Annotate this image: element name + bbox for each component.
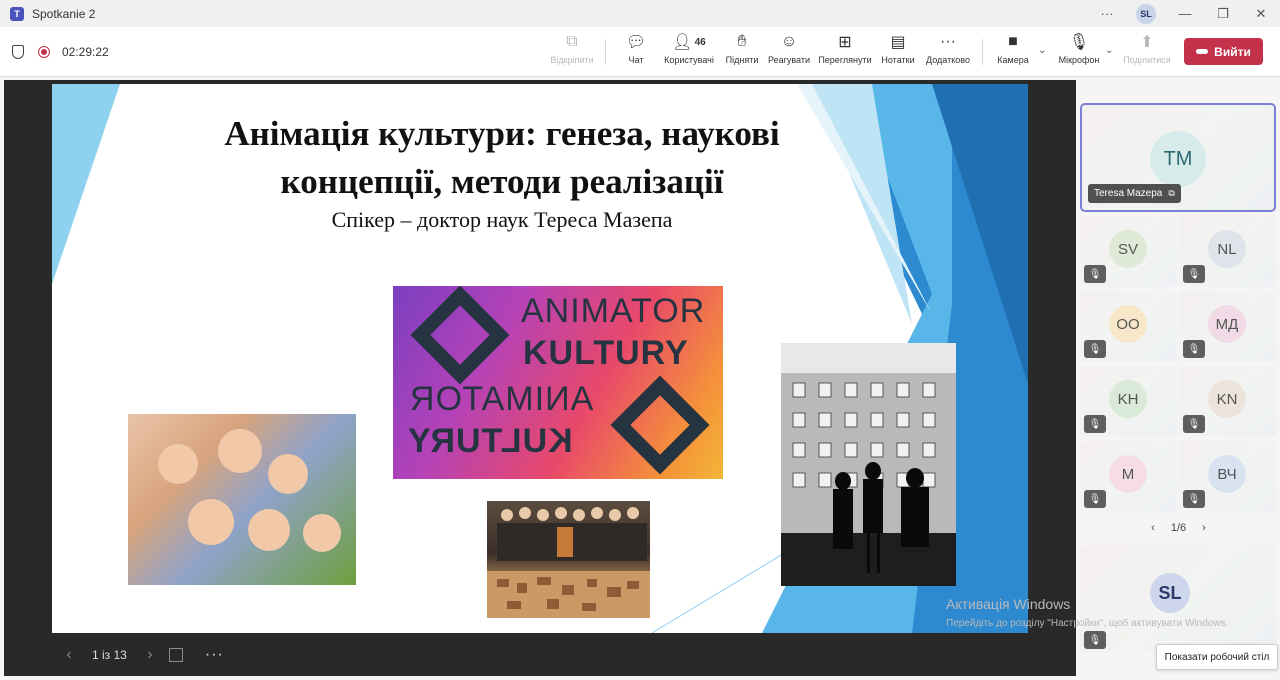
- chat-icon: 💬︎: [625, 34, 647, 51]
- avatar: М: [1109, 455, 1147, 493]
- mic-off-icon: 🎙︎: [1183, 265, 1205, 283]
- slide-grid-icon[interactable]: [168, 648, 183, 662]
- slide-title: Анімація культури: генеза, наукові конце…: [224, 114, 780, 201]
- photo-group-hands: [128, 414, 356, 585]
- shield-icon[interactable]: [12, 45, 24, 59]
- more-button[interactable]: ··· Додатково: [924, 31, 972, 73]
- avatar: SV: [1109, 230, 1147, 268]
- camera-off-icon: ■: [1008, 33, 1018, 50]
- photo-group-model: [487, 501, 650, 618]
- mic-off-icon: 🎙︎: [1068, 34, 1090, 51]
- participants-pager: ‹ 1/6 ›: [1080, 518, 1277, 538]
- teams-logo-icon: T: [10, 6, 24, 21]
- smiley-icon: ☺: [780, 33, 798, 50]
- ellipsis-icon: ···: [940, 33, 956, 50]
- mic-off-icon: 🎙︎: [1084, 340, 1106, 358]
- slide-counter: 1 із 13: [92, 648, 127, 662]
- mic-off-icon: 🎙︎: [1183, 490, 1205, 508]
- avatar: OO: [1109, 305, 1147, 343]
- avatar: TM: [1150, 131, 1206, 187]
- next-slide-chevron-icon[interactable]: ›: [141, 646, 159, 664]
- more-options-icon[interactable]: ···: [1088, 0, 1126, 27]
- presentation-slide[interactable]: Анімація культури: генеза, наукові конце…: [52, 84, 1028, 633]
- slide-navigation: ‹ 1 із 13 › ···: [60, 640, 360, 670]
- logo-arrow-icon: [610, 375, 710, 475]
- mic-off-icon: 🎙︎: [1084, 631, 1106, 649]
- prev-slide-chevron-icon[interactable]: ‹: [60, 646, 78, 664]
- avatar: KN: [1208, 380, 1246, 418]
- people-icon: 👤︎ 46: [672, 34, 706, 51]
- slide-subtitle: Спікер – доктор наук Тереса Мазепа: [331, 207, 673, 232]
- camera-button[interactable]: ■ Камера: [994, 31, 1032, 73]
- participant-tile[interactable]: KN 🎙︎: [1179, 366, 1276, 437]
- mic-off-icon: 🎙︎: [1084, 415, 1106, 433]
- show-desktop-tooltip: Показати робочий стіл: [1156, 644, 1278, 670]
- unpin-icon: ⧉: [566, 33, 578, 50]
- next-page-chevron-icon[interactable]: ›: [1202, 522, 1206, 534]
- prev-page-chevron-icon[interactable]: ‹: [1151, 522, 1155, 534]
- participant-tile[interactable]: МД 🎙︎: [1179, 291, 1276, 362]
- hand-icon: ✋︎: [737, 33, 747, 50]
- page-indicator: 1/6: [1170, 522, 1187, 534]
- avatar: ВЧ: [1208, 455, 1246, 493]
- participants-panel: TM Teresa Mazepa ⧉ SV 🎙︎ NL 🎙︎ OO 🎙︎ МД 🎙︎ KH 🎙︎ K…: [1080, 103, 1277, 663]
- raise-hand-button[interactable]: ✋︎ Підняти: [724, 31, 760, 73]
- restore-icon[interactable]: ❐: [1204, 0, 1242, 27]
- screen-share-icon: ⧉: [1168, 188, 1175, 198]
- participant-name-tag: Teresa Mazepa ⧉: [1088, 184, 1181, 203]
- minimize-icon[interactable]: —: [1166, 0, 1204, 27]
- mic-off-icon: 🎙︎: [1084, 490, 1106, 508]
- animator-kultury-logo: ANIMATOR KULTURY ANIMATOR KULTURY: [393, 286, 723, 479]
- meeting-timer: 02:29:22: [62, 45, 109, 59]
- recording-icon: [38, 46, 50, 58]
- photo-street-building: [781, 343, 956, 586]
- window-title: Spotkanie 2: [32, 6, 96, 21]
- chat-button[interactable]: 💬︎ Чат: [620, 31, 652, 73]
- layout-grid-icon: ⊞: [838, 34, 852, 51]
- participant-tile[interactable]: SV 🎙︎: [1080, 216, 1177, 287]
- avatar: NL: [1208, 230, 1246, 268]
- title-bar: T Spotkanie 2 ··· SL — ❐ ✕: [0, 0, 1280, 27]
- mic-off-icon: 🎙︎: [1183, 340, 1205, 358]
- react-button[interactable]: ☺ Реагувати: [767, 31, 811, 73]
- spotlight-tile[interactable]: TM Teresa Mazepa ⧉: [1080, 103, 1276, 212]
- notes-icon: ▤: [890, 34, 906, 51]
- mic-options-chevron-icon[interactable]: ⌄: [1105, 45, 1113, 56]
- share-icon: ⬆: [1140, 34, 1154, 51]
- slide-more-options-icon[interactable]: ···: [205, 646, 224, 664]
- people-count: 46: [694, 36, 706, 48]
- view-button[interactable]: ⊞ Переглянути: [816, 31, 874, 73]
- user-avatar[interactable]: SL: [1136, 3, 1156, 24]
- avatar: KH: [1109, 380, 1147, 418]
- participant-tile[interactable]: ВЧ 🎙︎: [1179, 441, 1276, 512]
- leave-button[interactable]: Вийти: [1184, 38, 1263, 65]
- participant-tile[interactable]: KH 🎙︎: [1080, 366, 1177, 437]
- camera-options-chevron-icon[interactable]: ⌄: [1038, 45, 1046, 56]
- participant-tile[interactable]: OO 🎙︎: [1080, 291, 1177, 362]
- unpin-button[interactable]: ⧉ Відкріпити: [548, 31, 596, 73]
- meeting-toolbar: 02:29:22 ⧉ Відкріпити 💬︎ Чат 👤︎ 46 Корист…: [0, 27, 1280, 77]
- participant-tile[interactable]: NL 🎙︎: [1179, 216, 1276, 287]
- phone-hangup-icon: [1196, 49, 1209, 54]
- logo-arrow-icon: [410, 286, 510, 385]
- shared-content-stage: Анімація культури: генеза, наукові конце…: [4, 80, 1076, 676]
- participant-tile[interactable]: М 🎙︎: [1080, 441, 1177, 512]
- share-button[interactable]: ⬆ Поділитися: [1122, 31, 1172, 73]
- notes-button[interactable]: ▤ Нотатки: [880, 31, 916, 73]
- avatar: МД: [1208, 305, 1246, 343]
- people-button[interactable]: 👤︎ 46 Користувачі: [662, 31, 716, 73]
- mic-off-icon: 🎙︎: [1183, 415, 1205, 433]
- mic-off-icon: 🎙︎: [1084, 265, 1106, 283]
- mic-button[interactable]: 🎙︎ Мікрофон: [1056, 31, 1102, 73]
- windows-activation-watermark: Активація Windows Перейдіть до розділу "…: [946, 596, 1229, 629]
- close-icon[interactable]: ✕: [1242, 0, 1280, 27]
